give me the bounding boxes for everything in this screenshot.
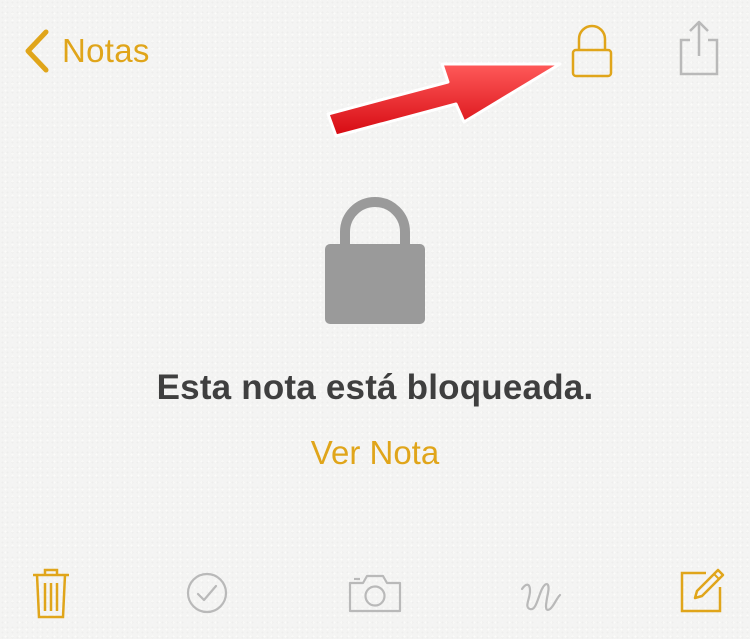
- view-note-button[interactable]: Ver Nota: [311, 434, 439, 471]
- camera-button[interactable]: [346, 571, 404, 615]
- compose-button[interactable]: [678, 567, 726, 615]
- checklist-button[interactable]: [185, 571, 229, 615]
- lock-icon: [571, 24, 613, 78]
- sketch-button[interactable]: [516, 569, 566, 619]
- locked-note-message: Esta nota está bloqueada.: [156, 368, 594, 407]
- camera-icon: [348, 574, 402, 613]
- locked-note-lock-icon: [325, 197, 425, 324]
- checklist-icon: [186, 572, 228, 614]
- sketch-icon: [520, 583, 562, 611]
- delete-button[interactable]: [30, 565, 72, 621]
- share-icon: [679, 20, 719, 76]
- bottom-toolbar: [0, 555, 750, 639]
- back-button[interactable]: Notas: [22, 26, 150, 76]
- back-button-label: Notas: [62, 32, 150, 69]
- trash-icon: [33, 568, 69, 619]
- lock-button[interactable]: [566, 22, 618, 80]
- share-button[interactable]: [672, 16, 726, 80]
- chevron-left-icon: [25, 29, 49, 73]
- compose-icon: [680, 568, 725, 613]
- navigation-bar: Notas: [0, 0, 750, 100]
